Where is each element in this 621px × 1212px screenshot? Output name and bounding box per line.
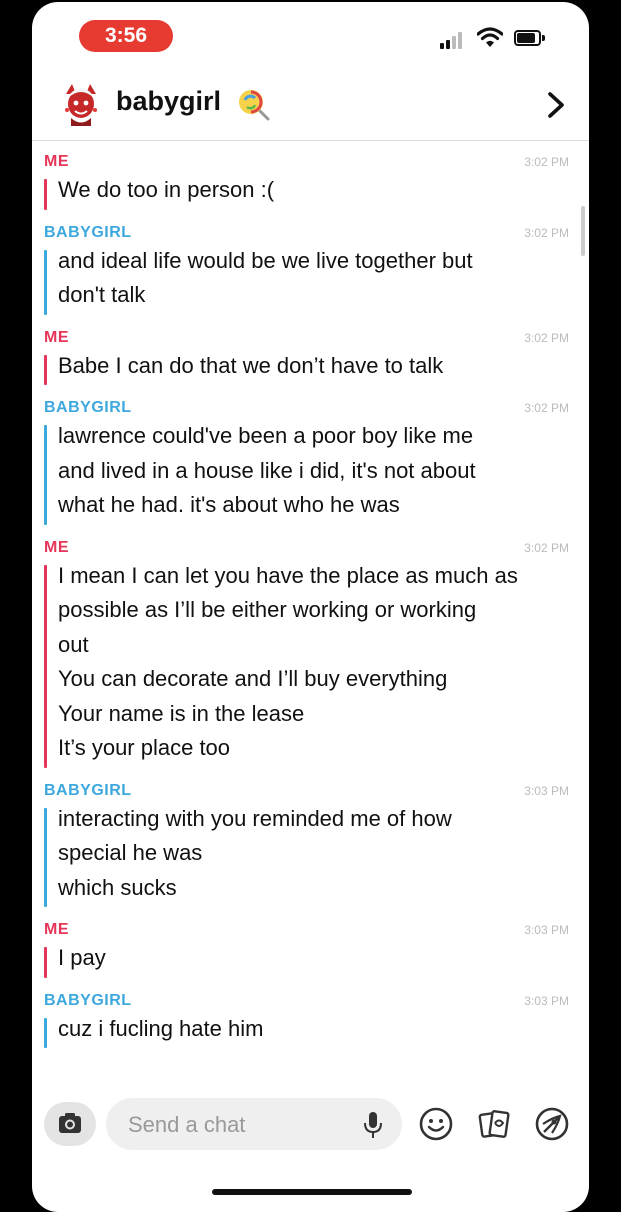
message-sender-bar — [44, 425, 47, 525]
message-sender: ME — [44, 153, 69, 170]
message-timestamp: 3:02 PM — [524, 225, 569, 240]
message-text: Babe I can do that we don’t have to talk — [58, 352, 444, 378]
message-sender-bar — [44, 807, 47, 907]
message-text: lawrence could've been a poor boy like m… — [58, 423, 474, 448]
avatar[interactable] — [57, 80, 105, 128]
message-sender-bar — [44, 947, 47, 978]
status-bar: 3:56 — [32, 2, 589, 68]
message-timestamp: 3:02 PM — [524, 155, 569, 169]
cellular-signal-icon — [440, 31, 466, 49]
chevron-right-icon[interactable] — [544, 90, 568, 120]
chat-header: babygirl — [32, 68, 589, 141]
message-sender-bar — [44, 249, 47, 315]
message-sender: ME — [44, 328, 69, 346]
message-text: and ideal life would be we live together… — [58, 247, 473, 273]
message-sender: BABYGIRL — [44, 399, 132, 416]
message-text: what he had. it's about who he was — [58, 492, 400, 517]
message-text: which sucks — [58, 874, 177, 900]
message-text: don't talk — [58, 282, 146, 307]
chat-input[interactable]: Send a chat — [106, 1098, 402, 1150]
camera-button[interactable] — [44, 1102, 96, 1146]
message-text: possible as I’ll be either working or wo… — [58, 597, 477, 622]
status-time[interactable]: 3:56 — [79, 20, 173, 52]
rocket-icon[interactable] — [534, 1106, 570, 1142]
battery-icon — [514, 30, 546, 46]
message-sender: ME — [44, 921, 69, 938]
smiley-icon[interactable] — [418, 1106, 454, 1142]
phone-screen: 3:56 babygirl ME 3:02 PM We do too in pe… — [32, 2, 589, 1212]
message-sender-bar — [44, 179, 47, 210]
microphone-icon[interactable] — [362, 1110, 384, 1140]
message-text: cuz i fucling hate him — [58, 1015, 264, 1041]
message-text: I pay — [58, 945, 106, 970]
message-timestamp: 3:02 PM — [524, 540, 569, 555]
lollipop-icon — [239, 90, 270, 121]
message-text: We do too in person :( — [58, 177, 275, 202]
contact-name[interactable]: babygirl — [116, 86, 221, 117]
message-list[interactable]: ME 3:02 PM We do too in person :( BABYGIRL 3… — [32, 141, 589, 1091]
message-text: You can decorate and I’ll buy everything — [58, 666, 448, 691]
message-timestamp: 3:03 PM — [524, 993, 569, 1008]
message-timestamp: 3:02 PM — [524, 330, 569, 345]
message-timestamp: 3:03 PM — [524, 783, 569, 798]
scrollbar[interactable] — [581, 206, 585, 256]
message-sender: ME — [44, 538, 69, 556]
message-text: out — [58, 631, 89, 657]
home-indicator[interactable] — [212, 1189, 412, 1195]
message-sender-bar — [44, 354, 47, 385]
message-text: It’s your place too — [58, 735, 231, 760]
wifi-icon — [477, 27, 503, 47]
message-sender: BABYGIRL — [44, 781, 132, 799]
message-text: Your name is in the lease — [58, 700, 305, 726]
message-text: and lived in a house like i did, it's no… — [58, 457, 476, 483]
message-sender-bar — [44, 1017, 47, 1048]
message-text: interacting with you reminded me of how — [58, 805, 452, 831]
input-bar: Send a chat — [32, 1092, 589, 1158]
message-text: special he was — [58, 840, 203, 865]
message-timestamp: 3:03 PM — [524, 923, 569, 937]
camera-icon — [59, 1113, 81, 1133]
message-sender: BABYGIRL — [44, 223, 132, 241]
message-timestamp: 3:02 PM — [524, 401, 569, 415]
message-sender-bar — [44, 564, 47, 768]
message-text: I mean I can let you have the place as m… — [58, 562, 518, 588]
sticker-cards-icon[interactable] — [476, 1106, 512, 1142]
chat-input-placeholder: Send a chat — [128, 1112, 246, 1137]
message-sender: BABYGIRL — [44, 991, 132, 1009]
